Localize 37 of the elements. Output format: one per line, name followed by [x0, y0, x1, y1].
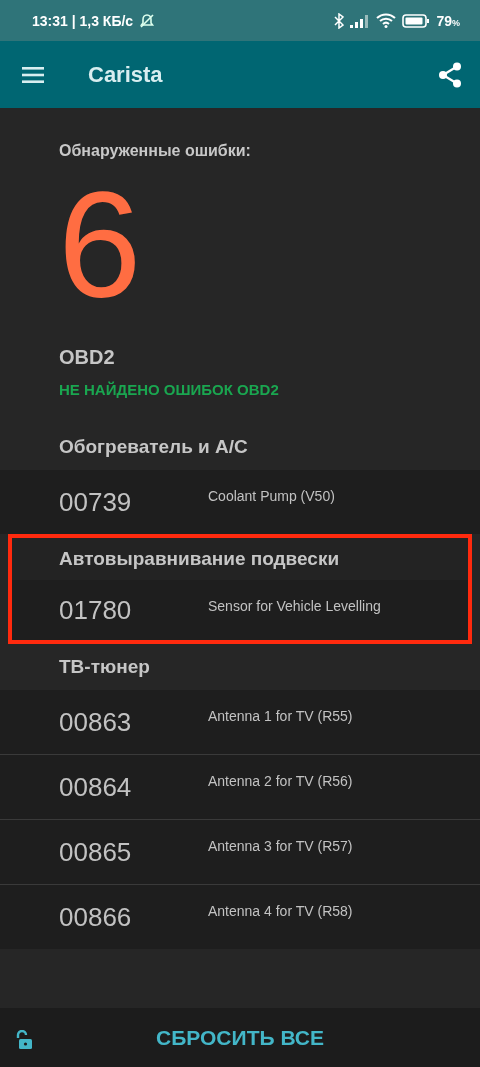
fault-code: 00864 — [59, 771, 133, 803]
fault-code: 00865 — [59, 836, 133, 868]
fault-row[interactable]: 00739 Coolant Pump (V50) — [0, 470, 480, 534]
reset-all-button[interactable]: СБРОСИТЬ ВСЕ — [146, 1019, 334, 1056]
fault-code: 00863 — [59, 706, 133, 738]
detected-errors-label: Обнаруженные ошибки: — [59, 142, 252, 160]
fault-code: 01780 — [59, 594, 133, 626]
unlocked-padlock-icon[interactable] — [15, 1030, 33, 1050]
no-errors-message: НЕ НАЙДЕНО ОШИБОК OBD2 — [59, 381, 280, 398]
section-heading: ТВ-тюнер — [59, 656, 150, 678]
app-title: Carista — [88, 61, 163, 88]
status-time: 13:31 | 1,3 КБ/с — [32, 12, 134, 29]
fault-description: Antenna 1 for TV (R55) — [208, 708, 353, 724]
fault-description: Sensor for Vehicle Levelling — [208, 598, 381, 614]
battery-level: 79% — [436, 12, 460, 29]
battery-icon — [402, 13, 431, 28]
error-count: 6 — [58, 160, 143, 330]
fault-row[interactable]: 00863 Antenna 1 for TV (R55) — [0, 690, 480, 755]
share-icon[interactable] — [438, 61, 462, 88]
fault-row[interactable]: 00865 Antenna 3 for TV (R57) — [0, 820, 480, 885]
fault-code: 00866 — [59, 901, 133, 933]
fault-row[interactable]: 00866 Antenna 4 for TV (R58) — [0, 885, 480, 949]
fault-row[interactable]: 01780 Sensor for Vehicle Levelling — [12, 580, 468, 640]
section-heading: Автовыравнивание подвески — [59, 548, 340, 570]
fault-row[interactable]: 00864 Antenna 2 for TV (R56) — [0, 755, 480, 820]
wifi-icon — [376, 13, 397, 28]
section-heading: Обогреватель и A/C — [59, 436, 248, 458]
menu-icon[interactable] — [22, 66, 44, 83]
bluetooth-icon — [334, 12, 345, 29]
section-heading: OBD2 — [59, 346, 116, 369]
fault-code: 00739 — [59, 486, 133, 518]
signal-icon — [350, 13, 371, 28]
fault-description: Antenna 4 for TV (R58) — [208, 903, 353, 919]
fault-description: Coolant Pump (V50) — [208, 488, 335, 504]
fault-description: Antenna 2 for TV (R56) — [208, 773, 353, 789]
muted-bell-icon — [139, 12, 156, 29]
fault-description: Antenna 3 for TV (R57) — [208, 838, 353, 854]
